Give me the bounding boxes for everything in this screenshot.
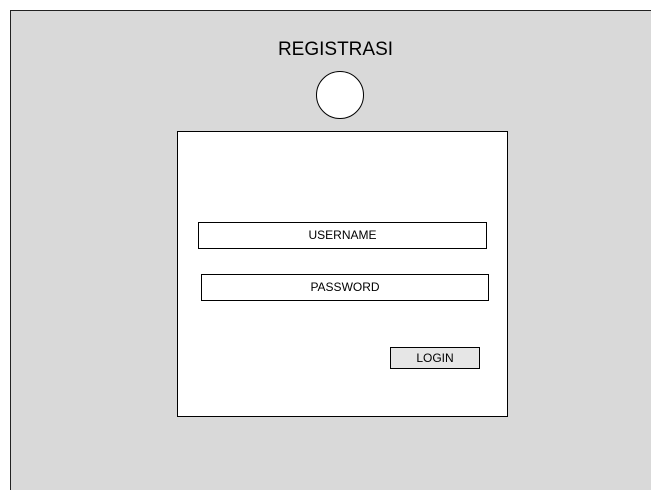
login-card: USERNAME PASSWORD LOGIN bbox=[177, 131, 508, 417]
login-button[interactable]: LOGIN bbox=[390, 347, 480, 369]
password-field[interactable]: PASSWORD bbox=[201, 274, 489, 301]
username-field[interactable]: USERNAME bbox=[198, 222, 487, 249]
page-title: REGISTRASI bbox=[277, 39, 394, 60]
username-placeholder: USERNAME bbox=[308, 228, 377, 242]
registration-screen: REGISTRASI USERNAME PASSWORD LOGIN bbox=[10, 10, 651, 490]
password-placeholder: PASSWORD bbox=[310, 280, 380, 294]
circle-placeholder-icon bbox=[316, 71, 364, 119]
login-button-label: LOGIN bbox=[416, 351, 454, 365]
